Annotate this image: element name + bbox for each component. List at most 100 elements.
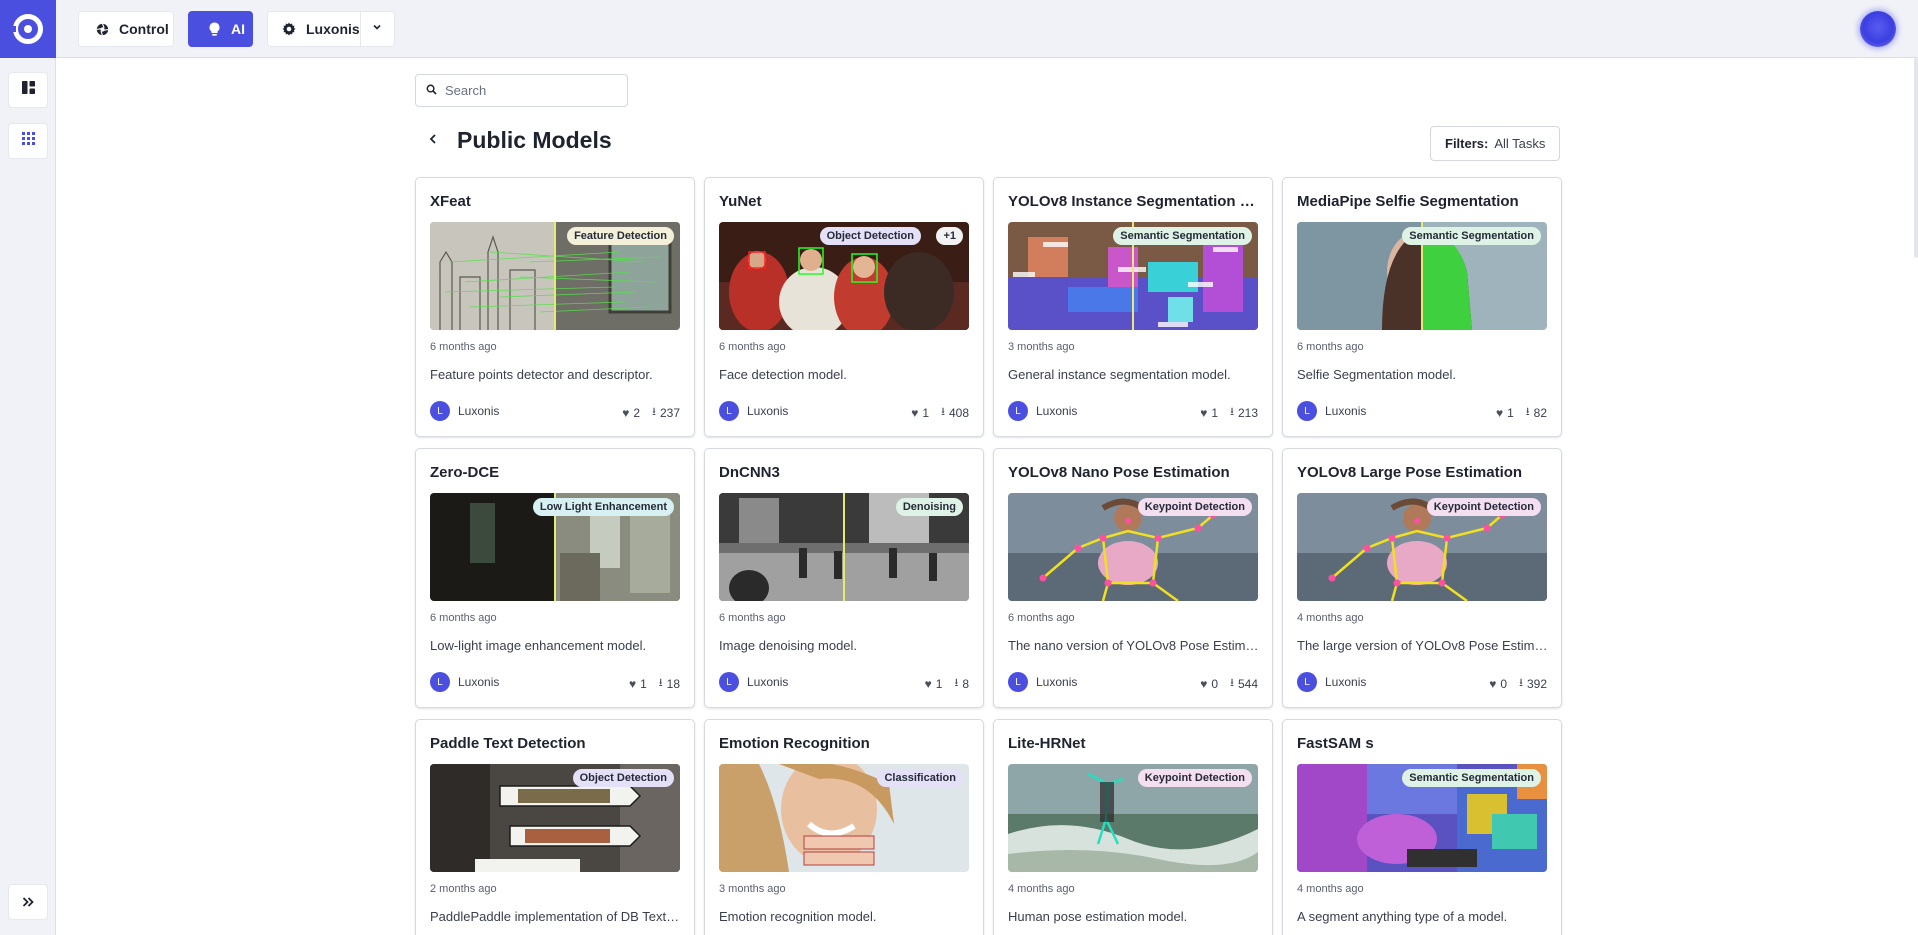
download-icon: ⭳: [652, 406, 656, 418]
task-tag: Keypoint Detection: [1137, 498, 1252, 516]
author-name: Luxonis: [747, 404, 789, 418]
aperture-icon: [95, 22, 109, 36]
model-age: 6 months ago: [1008, 612, 1075, 624]
model-age: 4 months ago: [1008, 883, 1075, 895]
like-count: 1: [640, 676, 647, 691]
control-button[interactable]: Control: [78, 11, 174, 47]
model-title: YOLOv8 Nano Pose Estimation: [1008, 464, 1230, 481]
dashboard-button[interactable]: [8, 72, 48, 108]
heart-icon[interactable]: ♥: [1200, 406, 1207, 420]
model-card[interactable]: DnCNN3 Denoising 6 months ago Image deno…: [704, 448, 984, 708]
model-age: 6 months ago: [719, 341, 786, 353]
model-card[interactable]: Emotion Recognition Classification 3 mon…: [704, 719, 984, 935]
author-name: Luxonis: [1036, 404, 1078, 418]
organization-label: Luxonis: [306, 21, 360, 37]
download-icon: ⭳: [1519, 677, 1523, 689]
author-name: Luxonis: [1325, 404, 1367, 418]
model-thumbnail: Semantic Segmentation: [1297, 764, 1547, 872]
model-description: Low-light image enhancement model.: [430, 638, 647, 653]
download-icon: ⭳: [658, 677, 663, 689]
author-name: Luxonis: [458, 675, 500, 689]
luxonis-logo[interactable]: [0, 0, 56, 58]
search-box[interactable]: [415, 74, 628, 107]
back-button[interactable]: [424, 130, 442, 152]
models-button[interactable]: [8, 123, 48, 159]
task-tag: Keypoint Detection: [1137, 769, 1252, 787]
model-title: XFeat: [430, 193, 471, 210]
model-thumbnail: Semantic Segmentation: [1008, 222, 1258, 330]
filters-button[interactable]: Filters: All Tasks: [1430, 126, 1560, 161]
model-stats: ♥ 0 ⭳ 392: [1489, 674, 1547, 693]
download-count: 213: [1237, 405, 1258, 420]
gear-icon: [282, 22, 296, 36]
top-bar: Control AI Luxonis: [0, 0, 1918, 58]
model-age: 2 months ago: [430, 883, 497, 895]
model-card[interactable]: Zero-DCE Low Light Enhancement 6 months …: [415, 448, 695, 708]
author-avatar: L: [430, 401, 450, 421]
model-card[interactable]: XFeat Feature Detection 6 months ago Fea…: [415, 177, 695, 437]
model-card[interactable]: MediaPipe Selfie Segmentation Semantic S…: [1282, 177, 1562, 437]
task-tag: Semantic Segmentation: [1402, 769, 1541, 787]
model-stats: ♥ 2 ⭳ 237: [622, 403, 680, 422]
search-input[interactable]: [445, 83, 615, 98]
heart-icon[interactable]: ♥: [1200, 677, 1207, 691]
model-description: Image denoising model.: [719, 638, 858, 653]
task-tag: Feature Detection: [567, 227, 674, 245]
model-card[interactable]: Paddle Text Detection Object Detection 2…: [415, 719, 695, 935]
organization-selector[interactable]: Luxonis: [267, 11, 395, 47]
heart-icon[interactable]: ♥: [925, 677, 932, 691]
expand-sidebar-button[interactable]: [8, 884, 48, 920]
like-count: 0: [1500, 676, 1508, 691]
model-card[interactable]: YOLOv8 Instance Segmentation Nano Semant…: [993, 177, 1273, 437]
grid-icon: [21, 132, 35, 150]
heart-icon[interactable]: ♥: [622, 406, 629, 420]
dashboard-icon: [21, 81, 35, 99]
page-title: Public Models: [457, 127, 612, 153]
model-description: Selfie Segmentation model.: [1297, 367, 1456, 382]
model-stats: ♥ 1 ⭳ 82: [1496, 403, 1547, 422]
download-count: 544: [1237, 676, 1258, 691]
task-tag: Low Light Enhancement: [532, 498, 674, 516]
heart-icon[interactable]: ♥: [1496, 406, 1503, 420]
model-card[interactable]: YOLOv8 Nano Pose Estimation Keypoint Det…: [993, 448, 1273, 708]
like-count: 0: [1211, 676, 1219, 691]
ai-label: AI: [231, 21, 245, 37]
model-card[interactable]: YuNet Object Detection +1 6 months ago F…: [704, 177, 984, 437]
model-thumbnail: Feature Detection: [430, 222, 680, 330]
heart-icon[interactable]: ♥: [1489, 677, 1496, 691]
ai-button[interactable]: AI: [188, 11, 253, 47]
search-icon: [426, 82, 437, 100]
heart-icon[interactable]: ♥: [629, 677, 636, 691]
author-name: Luxonis: [1036, 675, 1078, 689]
model-thumbnail: Denoising: [719, 493, 969, 601]
scrollbar[interactable]: [1914, 58, 1918, 258]
extra-tags-badge[interactable]: +1: [936, 227, 963, 245]
author-avatar: L: [1008, 672, 1028, 692]
task-tag: Semantic Segmentation: [1113, 227, 1252, 245]
model-thumbnail: Classification: [719, 764, 969, 872]
user-avatar[interactable]: [1860, 11, 1896, 47]
model-description: Human pose estimation model.: [1008, 909, 1188, 924]
model-stats: ♥ 1 ⭳ 8: [925, 674, 969, 693]
model-thumbnail: Object Detection +1: [719, 222, 969, 330]
download-icon: ⭳: [1525, 406, 1530, 418]
model-description: General instance segmentation model.: [1008, 367, 1231, 382]
model-title: FastSAM s: [1297, 735, 1374, 752]
download-icon: ⭳: [954, 677, 959, 689]
model-age: 6 months ago: [1297, 341, 1364, 353]
task-tag: Semantic Segmentation: [1402, 227, 1541, 245]
like-count: 1: [1507, 405, 1514, 420]
model-age: 3 months ago: [1008, 341, 1075, 353]
model-card[interactable]: FastSAM s Semantic Segmentation 4 months…: [1282, 719, 1562, 935]
heart-icon[interactable]: ♥: [911, 406, 918, 420]
model-age: 4 months ago: [1297, 612, 1364, 624]
model-card[interactable]: Lite-HRNet Keypoint Detection 4 months a…: [993, 719, 1273, 935]
divider: [360, 12, 361, 46]
model-thumbnail: Object Detection: [430, 764, 680, 872]
model-title: MediaPipe Selfie Segmentation: [1297, 193, 1519, 210]
model-thumbnail: Semantic Segmentation: [1297, 222, 1547, 330]
chevron-down-icon[interactable]: [372, 21, 382, 35]
control-label: Control: [119, 21, 169, 37]
model-card[interactable]: YOLOv8 Large Pose Estimation Keypoint De…: [1282, 448, 1562, 708]
author-avatar: L: [719, 672, 739, 692]
